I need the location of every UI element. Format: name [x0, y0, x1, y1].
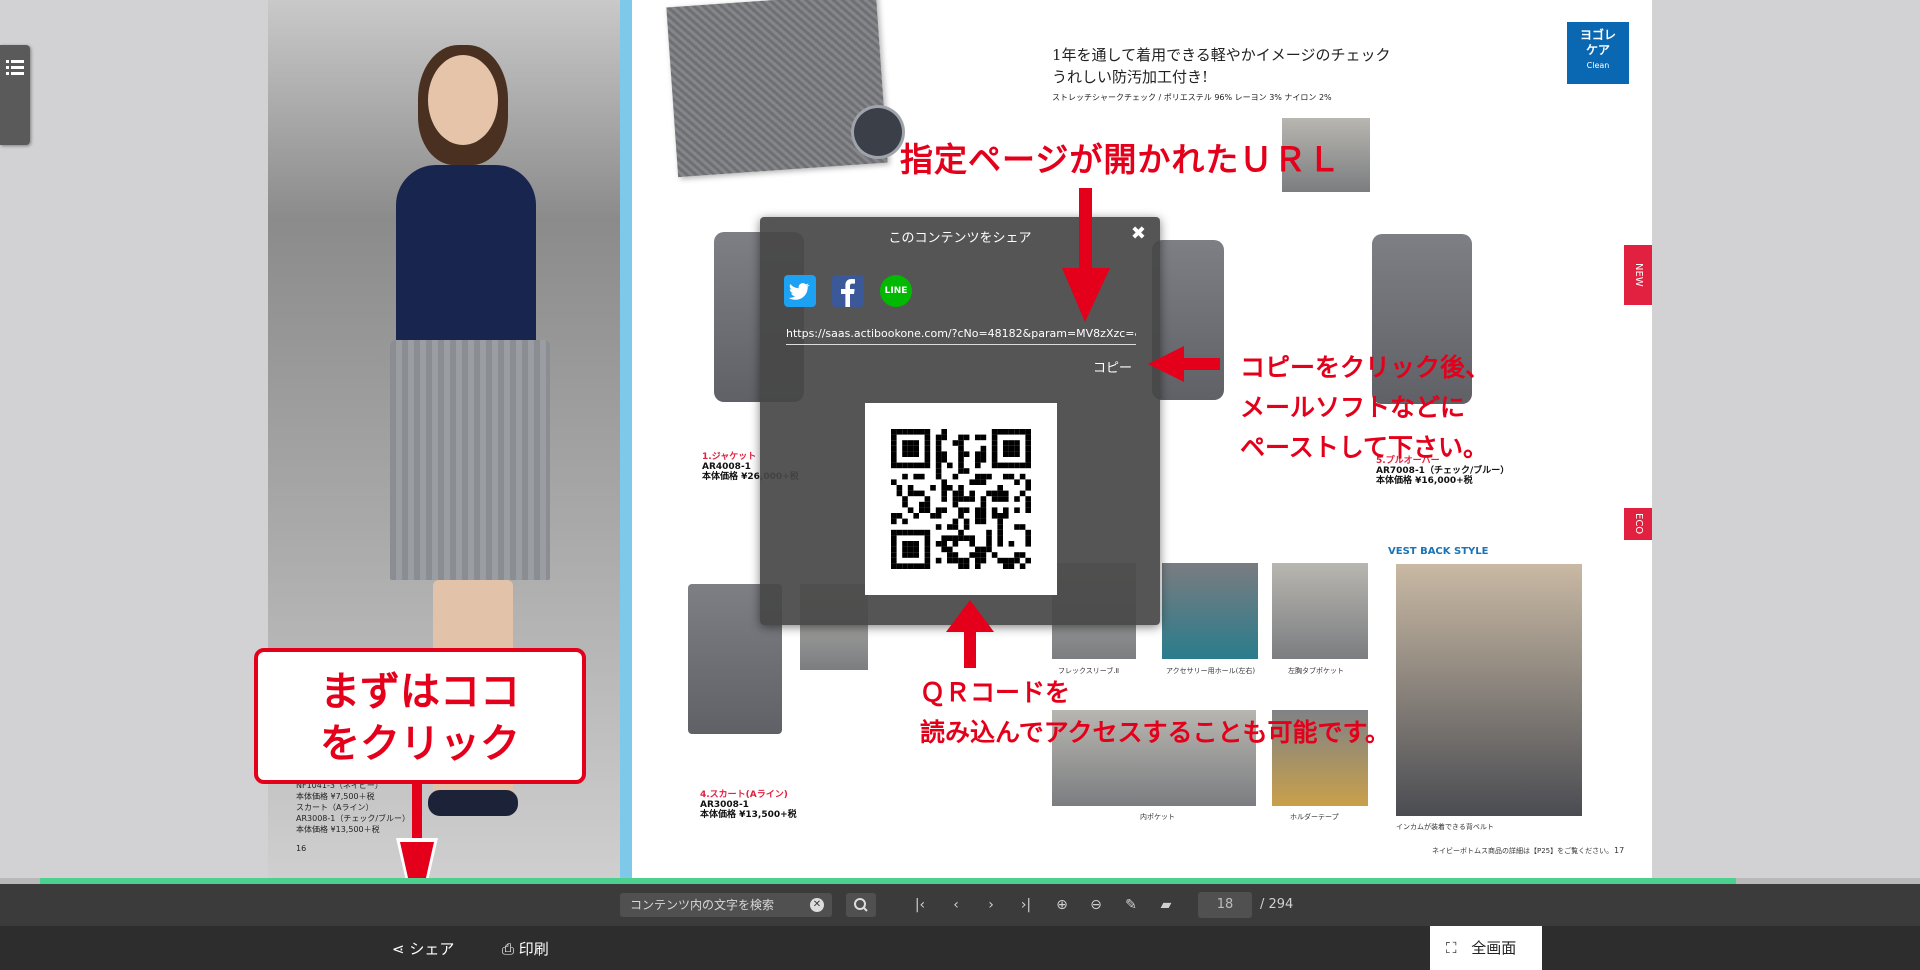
vest-image — [1152, 240, 1224, 400]
vest-back-style-label: VEST BACK STYLE — [1388, 546, 1489, 557]
new-tab: NEW — [1624, 245, 1652, 305]
prev-page-icon[interactable]: ‹ — [946, 895, 966, 915]
copy-annotation: コピーをクリック後、 メールソフトなどに ペーストして下さい。 — [1240, 353, 1491, 462]
print-label: 印刷 — [518, 940, 549, 958]
qr-code — [865, 403, 1057, 595]
last-page-icon[interactable]: ›| — [1016, 895, 1036, 915]
search-icon — [854, 898, 868, 912]
detail-photo-b — [1162, 563, 1258, 659]
model-face — [428, 55, 498, 145]
share-dialog: このコンテンツをシェア ✖ LINE https://saas.actibook… — [760, 217, 1160, 625]
model-skirt — [390, 340, 550, 580]
line-icon: LINE — [884, 286, 908, 296]
book-spine — [620, 0, 632, 878]
page-heading: 1年を通して着用できる軽やかイメージのチェック うれしい防汚加工付き! — [1052, 46, 1391, 86]
clear-search-icon[interactable]: ✕ — [810, 898, 824, 912]
close-icon[interactable]: ✖ — [1131, 223, 1146, 244]
side-menu-button[interactable] — [0, 45, 30, 145]
left-caption: NF1041-3（ネイビー） 本体価格 ¥7,500＋税 スカート（Aライン） … — [296, 781, 411, 853]
qr-annotation: ＱＲコードを 読み込んでアクセスすることも可能です。 — [920, 678, 1391, 747]
item4-code: AR3008-1 — [700, 800, 749, 810]
fullscreen-label: 全画面 — [1471, 939, 1517, 957]
share-icon: ⋖ — [392, 940, 405, 958]
copy-button[interactable]: コピー — [1093, 357, 1132, 376]
zoom-out-icon[interactable]: ⊖ — [1086, 895, 1106, 915]
current-page-input[interactable]: 18 — [1198, 892, 1252, 918]
left-page-number: 16 — [296, 844, 307, 853]
share-label: シェア — [409, 940, 455, 958]
detail-e-label: ホルダーテープ — [1290, 813, 1339, 821]
detail-photo-c — [1272, 563, 1368, 659]
list-icon — [6, 60, 24, 75]
share-url-field[interactable]: https://saas.actibookone.com/?cNo=48182&… — [786, 327, 1136, 345]
search-button[interactable] — [846, 893, 876, 917]
eco-tab: ECO — [1624, 508, 1652, 540]
url-annotation: 指定ページが開かれたＵＲＬ — [900, 140, 1342, 179]
twitter-share-button[interactable] — [784, 275, 816, 307]
clean-badge: ヨゴレ ケア Clean — [1567, 22, 1629, 84]
detail-d-label: 内ポケット — [1140, 813, 1175, 821]
vest-back-photo — [1396, 564, 1582, 816]
expand-icon: ⛶ — [1446, 939, 1457, 957]
fullscreen-button[interactable]: ⛶ 全画面 — [1430, 926, 1542, 970]
zoom-in-icon[interactable]: ⊕ — [1052, 895, 1072, 915]
line-share-button[interactable]: LINE — [880, 275, 912, 307]
fabric-swatch — [666, 0, 888, 178]
facebook-share-button[interactable] — [832, 275, 864, 307]
total-pages: / 294 — [1260, 897, 1294, 912]
viewer-toolbar: コンテンツ内の文字を検索 ✕ |‹ ‹ › ›| ⊕ ⊖ ✎ ▰ 18 / 29… — [0, 884, 1920, 926]
inkam-caption: インカムが装着できる背ベルト — [1396, 823, 1494, 831]
dialog-title: このコンテンツをシェア — [888, 231, 1032, 246]
print-button[interactable]: ⎙ 印刷 — [502, 938, 549, 959]
twitter-icon — [788, 283, 810, 300]
model-blouse — [396, 165, 536, 365]
click-here-callout: まずはココ をクリック — [254, 648, 586, 784]
model-shoes — [428, 790, 518, 816]
item5-price: 本体価格 ¥16,000+税 — [1376, 476, 1473, 486]
item4-number: 4.スカート(Aライン) — [700, 790, 788, 800]
right-page-number: 17 — [1614, 846, 1625, 855]
share-button[interactable]: ⋖ シェア — [392, 938, 454, 959]
printer-icon: ⎙ — [502, 940, 515, 958]
next-page-icon[interactable]: › — [981, 895, 1001, 915]
button-detail — [854, 108, 902, 156]
first-page-icon[interactable]: |‹ — [910, 895, 930, 915]
footer-note: ネイビーボトムス商品の詳細は【P25】をご覧ください。 — [1432, 847, 1614, 855]
bottom-bar: ⋖ シェア ⎙ 印刷 ⛶ 全画面 — [0, 926, 1920, 970]
item4-price: 本体価格 ¥13,500+税 — [700, 810, 797, 820]
pen-icon[interactable]: ✎ — [1121, 895, 1141, 915]
eraser-icon[interactable]: ▰ — [1156, 895, 1176, 915]
facebook-icon — [841, 279, 855, 307]
fabric-spec: ストレッチシャークチェック / ポリエステル 96% レーヨン 3% ナイロン … — [1052, 93, 1332, 102]
content-search-input[interactable]: コンテンツ内の文字を検索 — [620, 893, 832, 917]
